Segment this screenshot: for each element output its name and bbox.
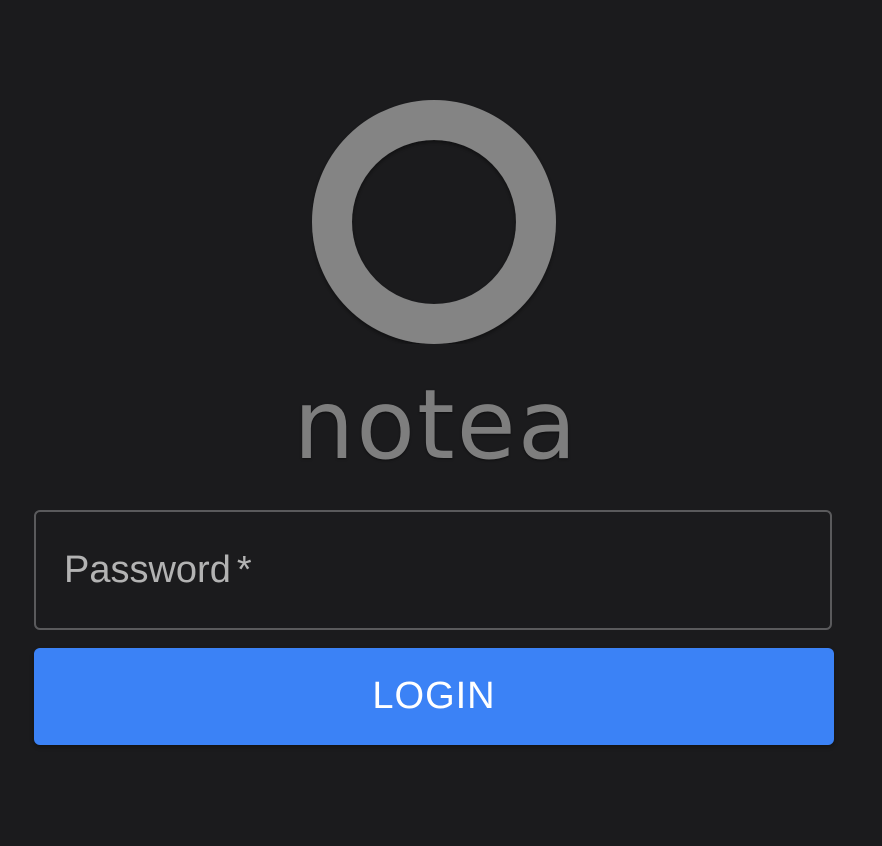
password-input[interactable] bbox=[36, 512, 830, 628]
login-page: notea Password * LOGIN bbox=[0, 0, 882, 846]
app-wordmark: notea bbox=[293, 369, 579, 481]
password-field[interactable]: Password * bbox=[34, 510, 832, 630]
ring-logo-icon bbox=[312, 100, 556, 344]
login-button[interactable]: LOGIN bbox=[34, 648, 834, 745]
